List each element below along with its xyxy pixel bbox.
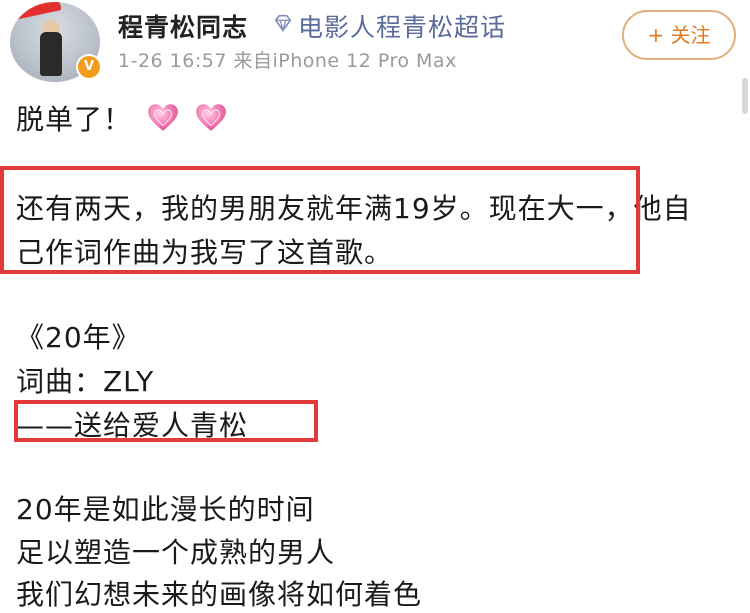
post-line-intro: 脱单了！ — [16, 98, 228, 138]
song-credits: 词曲：ZLY — [16, 365, 155, 398]
username[interactable]: 程青松同志 — [118, 8, 248, 44]
lyric-line-3: 我们幻想未来的画像将如何着色 — [16, 578, 423, 611]
heart-icon — [148, 104, 178, 131]
heart-icon — [195, 104, 226, 131]
post-meta: 1-26 16:57 来自iPhone 12 Pro Max — [118, 50, 457, 72]
santa-hat — [10, 2, 62, 22]
scrollbar[interactable] — [742, 78, 748, 114]
avatar-figure — [40, 32, 62, 76]
diamond-icon — [274, 14, 292, 33]
supertopic-link[interactable]: 电影人程青松超话 — [298, 8, 506, 44]
lyric-line-2: 足以塑造一个成熟的男人 — [16, 536, 336, 569]
follow-button[interactable]: + 关注 — [622, 10, 736, 60]
verified-badge-icon: V — [76, 54, 102, 80]
song-title: 《20年》 — [16, 321, 141, 354]
lyric-line-1: 20年是如此漫长的时间 — [16, 493, 315, 526]
highlight-box-dedication — [14, 400, 318, 442]
intro-text: 脱单了！ — [16, 103, 133, 136]
post-header: V 程青松同志 电影人程青松超话 1-26 16:57 来自iPhone 12 … — [0, 0, 750, 90]
highlight-box-paragraph — [0, 166, 640, 274]
